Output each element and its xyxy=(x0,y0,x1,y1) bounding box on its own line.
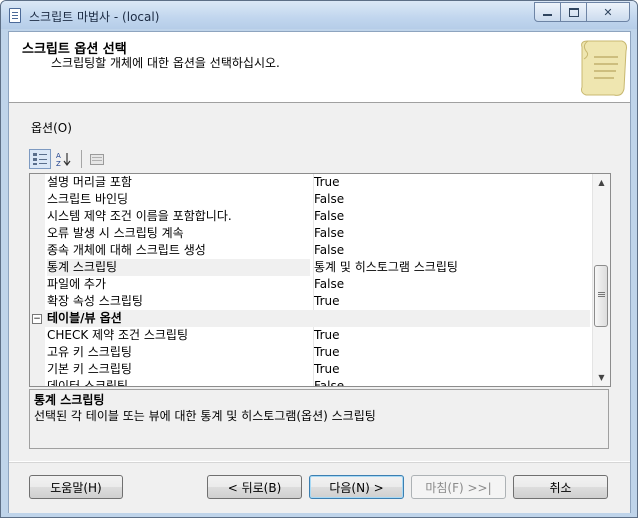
row-gutter xyxy=(30,259,45,276)
row-gutter xyxy=(30,242,45,259)
property-value[interactable]: False xyxy=(313,208,590,225)
property-name: 스크립트 바인딩 xyxy=(47,192,129,206)
row-gutter xyxy=(30,191,45,208)
document-icon xyxy=(9,8,21,23)
grid-category-row[interactable]: − 테이블/뷰 옵션 xyxy=(30,310,590,327)
property-grid-rows: 설명 머리글 포함 True 스크립트 바인딩 False 시스템 제약 조건 이름을 … xyxy=(30,174,590,387)
page-subtitle: 스크립팅할 개체에 대한 옵션을 선택하십시오. xyxy=(51,56,280,70)
property-value[interactable]: True xyxy=(313,344,590,361)
row-gutter xyxy=(30,344,45,361)
row-gutter xyxy=(30,208,45,225)
categorized-icon xyxy=(33,153,47,165)
property-name: 데이터 스크립팅 xyxy=(47,379,129,387)
property-name: 기본 키 스크립팅 xyxy=(47,362,132,376)
sort-alphabetical-button[interactable]: A Z xyxy=(53,149,75,169)
grid-property-row[interactable]: 고유 키 스크립팅 True xyxy=(30,344,590,361)
back-button[interactable]: < 뒤로(B) xyxy=(207,475,302,499)
row-gutter xyxy=(30,378,45,386)
category-label: 테이블/뷰 옵션 xyxy=(47,311,122,325)
close-icon: ✕ xyxy=(603,5,613,19)
property-name: 통계 스크립팅 xyxy=(47,259,310,276)
restore-icon xyxy=(568,7,579,17)
property-value[interactable]: False xyxy=(313,276,590,293)
row-gutter xyxy=(30,293,45,310)
description-title: 통계 스크립팅 xyxy=(34,393,105,407)
property-value[interactable]: False xyxy=(313,242,590,259)
property-value[interactable]: False xyxy=(313,378,590,386)
scroll-thumb[interactable] xyxy=(594,265,608,327)
svg-text:Z: Z xyxy=(56,160,61,167)
next-button[interactable]: 다음(N) > xyxy=(309,475,404,499)
grid-property-row[interactable]: 설명 머리글 포함 True xyxy=(30,174,590,191)
property-name: 설명 머리글 포함 xyxy=(47,175,132,189)
property-value[interactable]: False xyxy=(313,191,590,208)
description-text: 선택된 각 테이블 또는 뷰에 대한 통계 및 히스토그램(옵션) 스크립팅 xyxy=(34,409,376,423)
property-name: 오류 발생 시 스크립팅 계속 xyxy=(47,226,184,240)
property-name: 고유 키 스크립팅 xyxy=(47,345,132,359)
scroll-down-icon[interactable]: ▼ xyxy=(593,369,610,386)
collapse-icon[interactable]: − xyxy=(32,314,42,324)
grid-property-row[interactable]: 파일에 추가 False xyxy=(30,276,590,293)
grid-property-row[interactable]: 시스템 제약 조건 이름을 포함합니다. False xyxy=(30,208,590,225)
minimize-icon xyxy=(543,14,552,16)
wizard-client: 스크립트 옵션 선택 스크립팅할 개체에 대한 옵션을 선택하십시오. 옵션(O… xyxy=(8,31,631,513)
property-pages-button[interactable] xyxy=(86,149,108,169)
grid-property-row[interactable]: 데이터 스크립팅 False xyxy=(30,378,590,387)
property-value[interactable]: 통계 및 히스토그램 스크립팅 xyxy=(313,259,590,276)
property-name: 시스템 제약 조건 이름을 포함합니다. xyxy=(47,209,232,223)
property-name: 확장 속성 스크립팅 xyxy=(47,294,143,308)
svg-text:A: A xyxy=(56,152,61,160)
row-gutter xyxy=(30,361,45,378)
grid-property-row[interactable]: 확장 속성 스크립팅 True xyxy=(30,293,590,310)
cancel-button[interactable]: 취소 xyxy=(513,475,608,499)
property-grid-toolbar: A Z xyxy=(29,148,110,170)
grid-property-row[interactable]: 통계 스크립팅 통계 및 히스토그램 스크립팅 xyxy=(30,259,590,276)
grid-property-row[interactable]: CHECK 제약 조건 스크립팅 True xyxy=(30,327,590,344)
options-label: 옵션(O) xyxy=(31,121,72,135)
window-controls: ✕ xyxy=(534,2,630,22)
button-bar: 도움말(H) < 뒤로(B) 다음(N) > 마침(F) >>| 취소 xyxy=(9,462,630,513)
property-value[interactable]: True xyxy=(313,361,590,378)
wizard-header: 스크립트 옵션 선택 스크립팅할 개체에 대한 옵션을 선택하십시오. xyxy=(9,32,630,103)
options-page: 옵션(O) A Z 설명 머리글 포함 True 스크립트 바인딩 False … xyxy=(9,103,630,461)
row-gutter xyxy=(30,276,45,293)
help-button[interactable]: 도움말(H) xyxy=(29,475,123,499)
title-bar[interactable]: 스크립트 마법사 - (local) ✕ xyxy=(1,1,637,29)
property-name: 파일에 추가 xyxy=(47,277,107,291)
property-name: CHECK 제약 조건 스크립팅 xyxy=(47,328,188,342)
grip-icon xyxy=(598,292,605,293)
property-pages-icon xyxy=(90,154,104,165)
row-gutter xyxy=(30,327,45,344)
finish-button[interactable]: 마침(F) >>| xyxy=(411,475,506,499)
categorized-button[interactable] xyxy=(29,149,51,169)
sort-az-icon: A Z xyxy=(56,152,71,167)
property-value[interactable]: True xyxy=(313,293,590,310)
scroll-up-icon[interactable]: ▲ xyxy=(593,174,610,191)
grid-property-row[interactable]: 종속 개체에 대해 스크립트 생성 False xyxy=(30,242,590,259)
window-title: 스크립트 마법사 - (local) xyxy=(29,10,160,24)
row-gutter xyxy=(30,174,45,191)
close-button[interactable]: ✕ xyxy=(587,2,630,22)
wizard-window: 스크립트 마법사 - (local) ✕ 스크립트 옵션 선택 스크립팅할 개체… xyxy=(0,0,638,518)
minimize-button[interactable] xyxy=(534,2,561,22)
grid-property-row[interactable]: 오류 발생 시 스크립팅 계속 False xyxy=(30,225,590,242)
row-gutter xyxy=(30,225,45,242)
property-value[interactable]: True xyxy=(313,174,590,191)
scroll-icon xyxy=(581,40,627,96)
property-value[interactable]: False xyxy=(313,225,590,242)
restore-button[interactable] xyxy=(561,2,587,22)
description-panel: 통계 스크립팅 선택된 각 테이블 또는 뷰에 대한 통계 및 히스토그램(옵션… xyxy=(29,389,609,449)
vertical-scrollbar[interactable]: ▲ ▼ xyxy=(592,174,610,386)
toolbar-separator xyxy=(81,150,82,168)
property-grid: 설명 머리글 포함 True 스크립트 바인딩 False 시스템 제약 조건 이름을 … xyxy=(29,173,611,387)
grid-property-row[interactable]: 스크립트 바인딩 False xyxy=(30,191,590,208)
grid-property-row[interactable]: 기본 키 스크립팅 True xyxy=(30,361,590,378)
property-name: 종속 개체에 대해 스크립트 생성 xyxy=(47,243,206,257)
property-value[interactable]: True xyxy=(313,327,590,344)
